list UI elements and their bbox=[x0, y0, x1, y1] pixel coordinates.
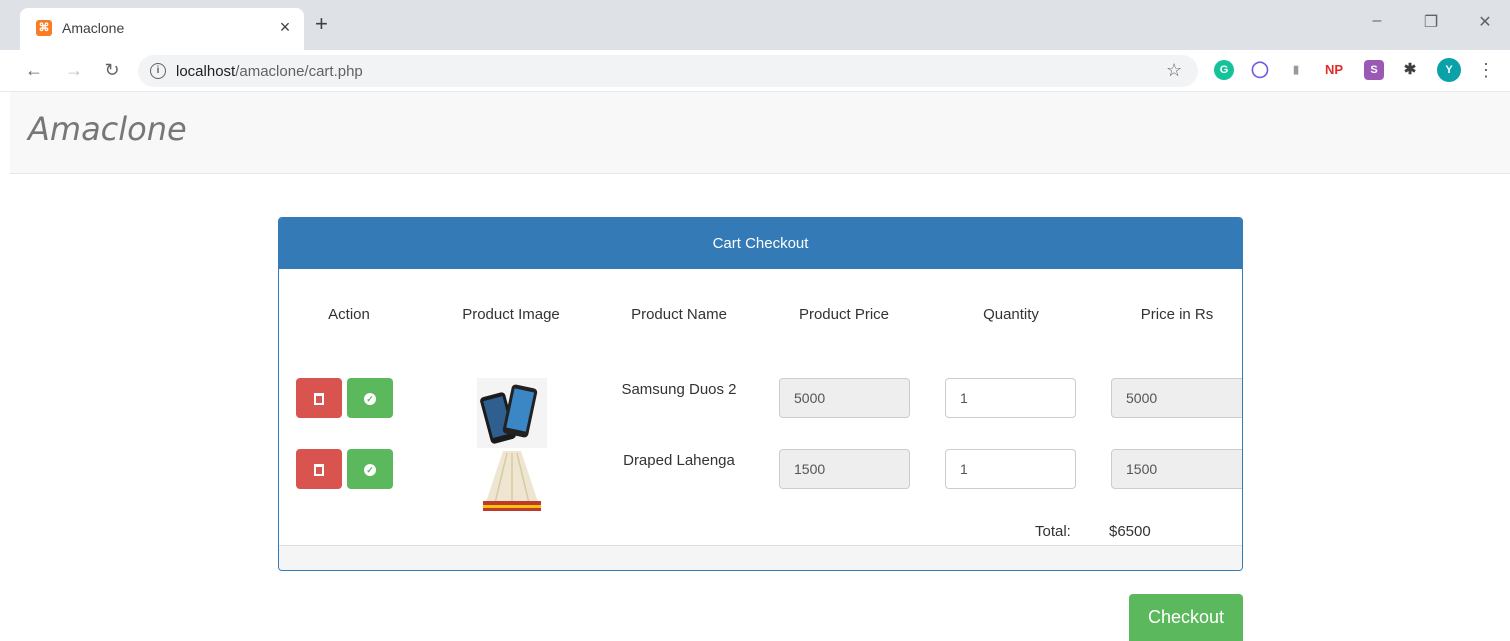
line-total-field: 5000 bbox=[1111, 378, 1242, 418]
delete-button[interactable] bbox=[296, 449, 342, 489]
total-value: $6500 bbox=[1109, 523, 1151, 540]
check-circle-icon: ✓ bbox=[364, 393, 376, 406]
s-extension-icon[interactable]: S bbox=[1364, 60, 1384, 80]
circle-extension-icon[interactable]: ◯ bbox=[1250, 60, 1270, 80]
url-text: localhost/amaclone/cart.php bbox=[176, 63, 363, 80]
menu-kebab-icon[interactable]: ⋮ bbox=[1474, 58, 1498, 82]
trash-icon bbox=[314, 464, 324, 477]
address-bar[interactable]: i localhost/amaclone/cart.php ☆ bbox=[138, 55, 1198, 87]
minimize-button[interactable]: – bbox=[1362, 12, 1392, 30]
line-total-field: 1500 bbox=[1111, 449, 1242, 489]
header-price-in-rs: Price in Rs bbox=[1140, 306, 1214, 323]
total-label: Total: bbox=[1035, 523, 1071, 540]
new-tab-button[interactable]: + bbox=[315, 13, 328, 35]
tab-close-icon[interactable]: × bbox=[275, 17, 295, 38]
check-circle-icon: ✓ bbox=[364, 464, 376, 477]
quantity-input[interactable]: 1 bbox=[945, 378, 1076, 418]
site-navbar: Amaclone bbox=[10, 92, 1510, 174]
brand-logo[interactable]: Amaclone bbox=[28, 110, 187, 148]
cart-checkout-panel: Cart Checkout Action Product Image Produ… bbox=[278, 217, 1243, 571]
xampp-favicon-icon: ⌘ bbox=[36, 20, 52, 36]
product-name: Samsung Duos 2 bbox=[621, 381, 737, 398]
restore-button[interactable]: ❐ bbox=[1416, 12, 1446, 32]
close-window-button[interactable]: ✕ bbox=[1470, 12, 1500, 32]
header-quantity: Quantity bbox=[983, 306, 1039, 323]
reload-icon[interactable]: ↻ bbox=[100, 58, 124, 82]
browser-toolbar: ← → ↻ i localhost/amaclone/cart.php ☆ G … bbox=[0, 50, 1510, 92]
header-product-image: Product Image bbox=[462, 306, 560, 323]
trash-icon bbox=[314, 393, 324, 406]
panel-title: Cart Checkout bbox=[279, 218, 1242, 269]
bookmark-star-icon[interactable]: ☆ bbox=[1166, 60, 1182, 81]
browser-tab[interactable]: ⌘ Amaclone × bbox=[20, 8, 304, 50]
puzzle-extensions-icon[interactable]: ✱ bbox=[1400, 60, 1420, 80]
url-path: /amaclone/cart.php bbox=[235, 63, 363, 80]
update-button[interactable]: ✓ bbox=[347, 449, 393, 489]
panel-footer bbox=[279, 545, 1242, 570]
info-icon[interactable]: i bbox=[150, 63, 166, 79]
quantity-input[interactable]: 1 bbox=[945, 449, 1076, 489]
product-price-field: 5000 bbox=[779, 378, 910, 418]
back-arrow-icon[interactable]: ← bbox=[22, 58, 46, 82]
grammarly-extension-icon[interactable]: G bbox=[1214, 60, 1234, 80]
checkout-button[interactable]: Checkout bbox=[1129, 594, 1243, 641]
header-product-price: Product Price bbox=[798, 306, 890, 323]
delete-button[interactable] bbox=[296, 378, 342, 418]
forward-arrow-icon[interactable]: → bbox=[62, 58, 86, 82]
np-extension-icon[interactable]: NP bbox=[1324, 60, 1344, 80]
browser-tab-bar: ⌘ Amaclone × + – ❐ ✕ bbox=[0, 0, 1510, 50]
product-name: Draped Lahenga bbox=[623, 452, 735, 469]
header-action: Action bbox=[328, 306, 370, 323]
product-price-field: 1500 bbox=[779, 449, 910, 489]
product-image-lehenga bbox=[477, 449, 547, 519]
tab-title: Amaclone bbox=[62, 20, 125, 36]
profile-avatar[interactable]: Y bbox=[1437, 58, 1461, 82]
gray-extension-icon[interactable]: ▮ bbox=[1286, 60, 1306, 80]
product-image-phone bbox=[477, 378, 547, 448]
url-host: localhost bbox=[176, 63, 236, 80]
header-product-name: Product Name bbox=[631, 306, 727, 323]
update-button[interactable]: ✓ bbox=[347, 378, 393, 418]
